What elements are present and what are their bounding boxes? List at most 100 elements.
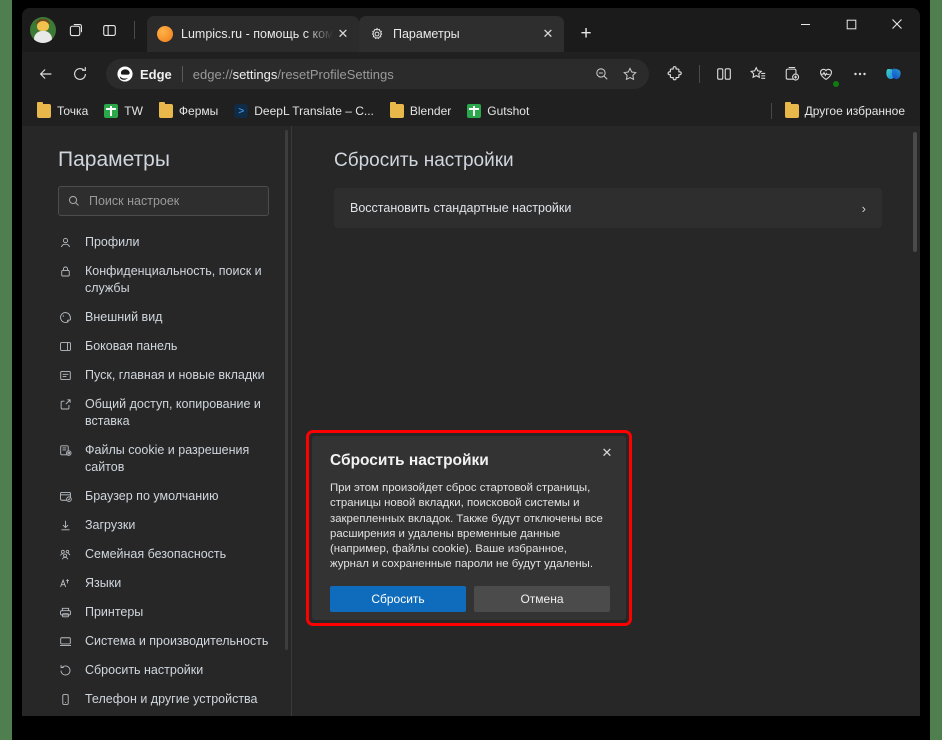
tab-strip-left-controls (22, 8, 147, 52)
other-favorites-button[interactable]: Другое избранное (778, 101, 912, 121)
download-icon (58, 518, 74, 534)
bookmark-item[interactable]: Blender (383, 101, 458, 121)
orange-circle-icon (157, 26, 173, 42)
back-icon[interactable] (30, 58, 62, 90)
bookmark-label: Gutshot (487, 104, 530, 118)
sidebar-item-start-home[interactable]: Пуск, главная и новые вкладки (22, 361, 291, 390)
restore-defaults-row[interactable]: Восстановить стандартные настройки › (334, 188, 882, 228)
minimize-button[interactable] (782, 8, 828, 40)
reset-icon (58, 663, 74, 679)
desktop-shadow-right (920, 0, 930, 740)
tab-title: Параметры (393, 27, 460, 41)
sidebar-item-family-safety[interactable]: Семейная безопасность (22, 540, 291, 569)
tab-actions-icon[interactable] (94, 15, 124, 45)
system-icon (58, 634, 74, 650)
browser-essentials-icon[interactable] (810, 58, 842, 90)
printer-icon (58, 605, 74, 621)
default-browser-icon (58, 489, 74, 505)
zoom-out-icon[interactable] (589, 61, 615, 87)
collections-add-icon[interactable] (776, 58, 808, 90)
bookmark-label: Точка (57, 104, 89, 118)
favorites-list-icon[interactable] (742, 58, 774, 90)
bookmark-item[interactable]: TW (97, 101, 150, 121)
sidebar-item-privacy[interactable]: Конфиденциальность, поиск и службы (22, 257, 291, 303)
languages-icon (58, 576, 74, 592)
settings-sidebar: Параметры Поиск настроек Профили Конфиде… (22, 126, 292, 716)
sidebar-item-label: Загрузки (85, 518, 136, 532)
sidebar-item-printers[interactable]: Принтеры (22, 598, 291, 627)
sidebar-item-label: Система и производительность (85, 634, 269, 648)
chevron-right-icon: › (861, 200, 866, 216)
lock-icon (58, 264, 74, 280)
sidebar-item-appearance[interactable]: Внешний вид (22, 303, 291, 332)
browser-toolbar: Edge edge://settings/resetProfileSetting… (22, 52, 920, 96)
bookmark-item[interactable]: Точка (30, 101, 95, 121)
url-text: edge://settings/resetProfileSettings (192, 66, 394, 82)
sidebar-item-accessibility[interactable]: Специальные возможности (22, 714, 291, 716)
restore-defaults-label: Восстановить стандартные настройки (350, 201, 572, 215)
sidebar-item-label: Файлы cookie и разрешения сайтов (85, 443, 250, 474)
sidebar-item-languages[interactable]: Языки (22, 569, 291, 598)
puzzle-icon[interactable] (659, 58, 691, 90)
sidebar-item-phone-devices[interactable]: Телефон и другие устройства (22, 685, 291, 714)
bookmark-label: Blender (409, 104, 452, 118)
folder-icon (389, 102, 404, 118)
sidebar-item-sidebar[interactable]: Боковая панель (22, 332, 291, 361)
refresh-icon[interactable] (64, 58, 96, 90)
search-icon (67, 194, 81, 208)
bookmark-item[interactable]: Фермы (152, 101, 225, 121)
sidebar-item-share-copy-paste[interactable]: Общий доступ, копирование и вставка (22, 390, 291, 436)
close-window-button[interactable] (874, 8, 920, 40)
sidebar-scrollbar[interactable] (285, 130, 288, 650)
phone-icon (58, 692, 74, 708)
sidebar-icon (58, 339, 74, 355)
star-icon[interactable] (617, 61, 643, 87)
address-bar[interactable]: Edge edge://settings/resetProfileSetting… (106, 59, 649, 89)
sidebar-item-cookies[interactable]: Файлы cookie и разрешения сайтов (22, 436, 291, 482)
ellipsis-icon[interactable] (844, 58, 876, 90)
new-tab-button[interactable]: + (570, 18, 602, 50)
close-icon[interactable]: ✕ (333, 24, 353, 44)
sidebar-item-label: Принтеры (85, 605, 144, 619)
sidebar-item-system-performance[interactable]: Система и производительность (22, 627, 291, 656)
sidebar-item-reset-settings[interactable]: Сбросить настройки (22, 656, 291, 685)
search-placeholder: Поиск настроек (89, 194, 180, 208)
maximize-button[interactable] (828, 8, 874, 40)
page-scrollbar[interactable] (913, 132, 917, 252)
reset-confirm-button[interactable]: Сбросить (330, 585, 466, 612)
avatar[interactable] (30, 17, 56, 43)
sidebar-item-default-browser[interactable]: Браузер по умолчанию (22, 482, 291, 511)
close-icon[interactable]: ✕ (538, 24, 558, 44)
deepl-icon: > (234, 104, 249, 118)
bookmark-label: TW (124, 104, 143, 118)
sidebar-item-label: Боковая панель (85, 339, 178, 353)
sidebar-item-label: Профили (85, 235, 140, 249)
split-screen-icon[interactable] (708, 58, 740, 90)
workspaces-icon[interactable] (60, 15, 90, 45)
bookmarks-bar-right: Другое избранное (770, 101, 912, 121)
desktop-shadow-left (12, 0, 22, 740)
sidebar-item-label: Браузер по умолчанию (85, 489, 219, 503)
sidebar-item-profiles[interactable]: Профили (22, 228, 291, 257)
family-icon (58, 547, 74, 563)
search-input[interactable]: Поиск настроек (58, 186, 269, 216)
green-square-icon (467, 104, 482, 118)
tab-settings[interactable]: Параметры ✕ (359, 16, 564, 52)
folder-icon (158, 102, 173, 118)
brand-label: Edge (140, 66, 172, 82)
tab-strip-divider (134, 21, 135, 39)
omnibox-actions (589, 61, 643, 87)
window-controls (782, 8, 920, 52)
tab-lumpics[interactable]: Lumpics.ru - помощь с компьютером ✕ (147, 16, 359, 52)
sidebar-item-downloads[interactable]: Загрузки (22, 511, 291, 540)
copilot-icon[interactable] (878, 58, 910, 90)
appearance-icon (58, 310, 74, 326)
close-icon[interactable]: ✕ (596, 442, 618, 464)
dialog-buttons: Сбросить Отмена (330, 585, 610, 612)
page-title: Параметры (58, 148, 170, 171)
bookmark-item[interactable]: Gutshot (460, 101, 536, 121)
cancel-button[interactable]: Отмена (474, 585, 610, 612)
tab-strip: Lumpics.ru - помощь с компьютером ✕ Пара… (22, 8, 920, 52)
bookmarks-divider (770, 103, 772, 119)
bookmark-item[interactable]: > DeepL Translate – C... (227, 101, 381, 121)
